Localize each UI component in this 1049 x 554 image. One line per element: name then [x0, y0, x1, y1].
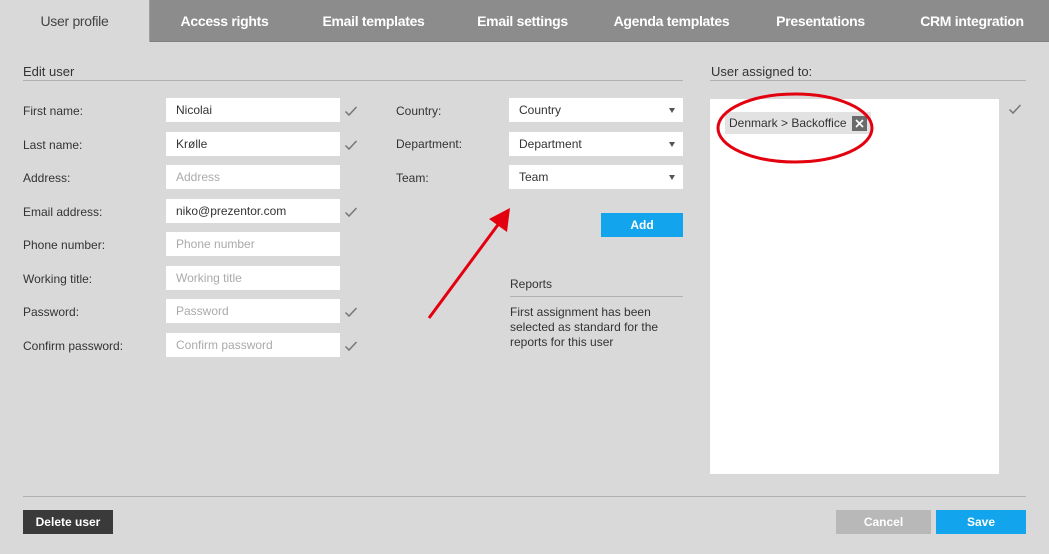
tab-presentations[interactable]: Presentations: [746, 0, 895, 41]
address-field[interactable]: [166, 165, 340, 189]
delete-user-button[interactable]: Delete user: [23, 510, 113, 534]
working-title-label: Working title:: [23, 272, 93, 286]
phone-number-field[interactable]: [166, 232, 340, 256]
working-title-field[interactable]: [166, 266, 340, 290]
cancel-button[interactable]: Cancel: [836, 510, 931, 534]
check-icon: [344, 140, 358, 151]
confirm-password-label: Confirm password:: [23, 339, 124, 353]
address-label: Address:: [23, 171, 71, 185]
footer-divider: [23, 496, 1026, 497]
save-button[interactable]: Save: [936, 510, 1026, 534]
chevron-down-icon: [669, 142, 675, 147]
reports-title: Reports: [510, 277, 553, 291]
tab-email-settings[interactable]: Email settings: [448, 0, 597, 41]
tab-access-rights[interactable]: Access rights: [150, 0, 299, 41]
first-name-field[interactable]: [166, 98, 340, 122]
team-label: Team:: [396, 171, 429, 185]
tab-email-templates[interactable]: Email templates: [299, 0, 448, 41]
tab-crm-integration[interactable]: CRM integration: [895, 0, 1049, 41]
password-label: Password:: [23, 305, 80, 319]
tab-bar: User profile Access rights Email templat…: [0, 0, 1049, 42]
edit-user-divider: [23, 80, 683, 81]
check-icon: [344, 307, 358, 318]
confirm-password-field[interactable]: [166, 333, 340, 357]
email-field[interactable]: [166, 199, 340, 223]
user-assigned-list: Denmark > Backoffice: [710, 99, 999, 474]
check-icon: [344, 341, 358, 352]
reports-description: First assignment has been selected as st…: [510, 305, 659, 349]
assignment-tag-label: Denmark > Backoffice: [729, 116, 847, 130]
email-label: Email address:: [23, 205, 103, 219]
close-icon[interactable]: [851, 115, 867, 131]
last-name-field[interactable]: [166, 132, 340, 156]
last-name-label: Last name:: [23, 138, 83, 152]
country-select-value: Country: [519, 103, 562, 117]
check-icon: [344, 106, 358, 117]
annotation-arrow-head: [489, 208, 510, 232]
add-button[interactable]: Add: [601, 213, 683, 237]
check-icon: [1008, 104, 1022, 115]
tab-agenda-templates[interactable]: Agenda templates: [597, 0, 746, 41]
tab-user-profile[interactable]: User profile: [0, 0, 150, 42]
department-select[interactable]: Department: [509, 132, 683, 156]
department-select-value: Department: [519, 137, 582, 151]
assignment-tag: Denmark > Backoffice: [725, 112, 871, 134]
first-name-label: First name:: [23, 104, 84, 118]
country-label: Country:: [396, 104, 442, 118]
reports-divider: [510, 296, 683, 297]
chevron-down-icon: [669, 175, 675, 180]
user-assigned-divider: [710, 80, 1026, 81]
department-label: Department:: [396, 137, 463, 151]
team-select[interactable]: Team: [509, 165, 683, 189]
team-select-value: Team: [519, 170, 549, 184]
phone-number-label: Phone number:: [23, 238, 106, 252]
user-assigned-title: User assigned to:: [711, 64, 813, 79]
check-icon: [344, 207, 358, 218]
password-field[interactable]: [166, 299, 340, 323]
country-select[interactable]: Country: [509, 98, 683, 122]
chevron-down-icon: [669, 108, 675, 113]
annotation-arrow-line: [427, 221, 502, 319]
edit-user-title: Edit user: [23, 64, 75, 79]
